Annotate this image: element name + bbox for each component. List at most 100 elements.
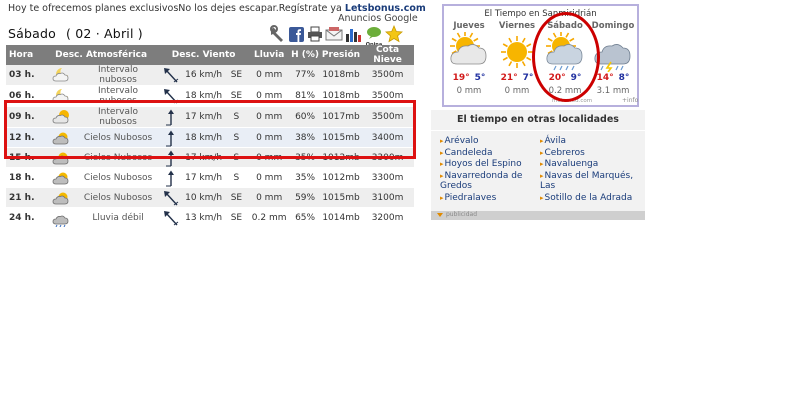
wrench-icon[interactable] [270,25,286,47]
rain-cloud-icon [44,209,78,227]
locality-link[interactable]: ▸Hoyos del Espino [440,159,522,170]
share-toolbar: Opina [270,24,404,48]
pressure-cell: 1012mb [320,167,362,188]
wind-dir-cell: SE [223,65,250,86]
locality-link[interactable]: ▸Ávila [540,136,566,147]
hour-cell: 21 h. [6,187,45,208]
header-presion: Presión [320,45,362,65]
chart-icon[interactable] [345,25,363,47]
sky-desc-cell: Intervalo nubosos [77,65,159,86]
wind-speed-cell: 16 km/h [183,65,224,86]
sun-cloud-icon [447,31,491,76]
sky-desc-cell: Cielos Nubosos [77,187,159,208]
min-temp: 5° [474,73,486,83]
info-link[interactable]: +info [622,97,638,104]
humidity-cell: 77% [289,65,321,86]
wind-arrow-cell [158,187,184,208]
wind-arrow-cell [158,65,184,86]
wind-arrow-icon [158,209,183,227]
locality-link[interactable]: ▸Navas del Marqués, Las [540,171,640,192]
locality-label: Cebreros [544,147,585,158]
locality-link[interactable]: ▸Piedralaves [440,193,496,204]
bullet-arrow-icon: ▸ [540,160,544,168]
sky-desc-cell: Lluvia débil [77,207,159,228]
min-temp: 8° [618,73,630,83]
pressure-cell: 1018mb [320,65,362,86]
bullet-arrow-icon: ▸ [540,148,544,157]
humidity-cell: 35% [289,167,321,188]
star-icon[interactable] [385,24,403,47]
max-temp: 21° [500,73,518,83]
wind-speed-cell: 10 km/h [183,187,224,208]
locality-label: Ávila [544,136,566,146]
bullet-arrow-icon: ▸ [440,171,444,180]
locality-link[interactable]: ▸Cebreros [540,148,585,159]
header-humedad: H (%) [289,45,321,65]
header-hora: Hora [6,45,45,65]
locality-label: Sotillo de la Adrada [544,193,633,203]
wind-arrow-cell [158,167,184,188]
locality-label: Hoyos del Espino [444,159,522,169]
wind-arrow-icon [158,66,183,84]
widget-title: El Tiempo en Sanmiridrián [484,9,597,19]
locality-label: Arévalo [444,136,479,146]
day-date: ( 02 · Abril ) [65,26,143,41]
annotation-rectangle [4,100,416,159]
divider [431,130,645,131]
locality-link[interactable]: ▸Sotillo de la Adrada [540,193,632,204]
locality-label: Navaluenga [544,159,599,169]
ads-by-google-label[interactable]: Anuncios Google [338,13,418,24]
snow-level-cell: 3500m [361,65,414,86]
locality-link[interactable]: ▸Arévalo [440,136,479,147]
rain-cell: 0 mm [249,65,290,86]
pressure-cell: 1015mb [320,187,362,208]
locality-label: Piedralaves [444,193,497,203]
wind-arrow-icon [158,189,183,207]
snow-level-cell: 3300m [361,167,414,188]
min-temp: 7° [522,73,534,83]
other-localities-title: El tiempo en otras localidades [457,114,619,125]
sky-desc-cell: Cielos Nubosos [77,167,159,188]
snow-level-cell: 3200m [361,207,414,228]
wind-arrow-cell [158,207,184,228]
annotation-oval [532,12,600,102]
table-row: 24 h. Lluvia débil 13 km/h SE 0.2 mm 65% 1014m… [6,207,414,228]
humidity-cell: 59% [289,187,321,208]
other-localities-panel: El tiempo en otras localidades ▸Arévalo ▸… [431,110,645,214]
bullet-arrow-icon: ▸ [540,137,544,145]
hour-cell: 24 h. [6,207,45,228]
print-icon[interactable] [307,25,323,47]
facebook-icon[interactable] [289,25,305,47]
rain-cell: 0.2 mm [249,207,290,228]
bullet-arrow-icon: ▸ [440,148,444,157]
widget-day-temps: 19° 5° [445,73,493,83]
pressure-cell: 1014mb [320,207,362,228]
bullet-arrow-icon: ▸ [540,194,544,202]
bullet-arrow-icon: ▸ [440,194,444,202]
locality-link[interactable]: ▸Navarredonda de Gredos [440,171,532,192]
sky-icon-cell [44,167,78,188]
locality-link[interactable]: ▸Candeleda [440,148,493,159]
max-temp: 14° [596,73,614,83]
locality-link[interactable]: ▸Navaluenga [540,159,598,170]
widget-day-rain: 0 mm [504,86,530,96]
cloud-sun-icon [44,169,78,187]
widget-day-name: Jueves [453,21,485,31]
table-row: 21 h. Cielos Nubosos 10 km/h SE 0 mm 59% 1015m… [6,187,414,208]
locality-label: Candeleda [444,147,493,158]
widget-day-rain: 0 mm [456,86,482,96]
widget-day-rain: 3.1 mm [596,86,630,96]
table-row: 18 h. Cielos Nubosos 17 km/h S 0 mm 35% 1012mb… [6,167,414,188]
bullet-arrow-icon: ▸ [540,171,544,180]
sky-icon-cell [44,65,78,86]
humidity-cell: 65% [289,207,321,228]
wind-dir-cell: SE [223,207,250,228]
rain-cell: 0 mm [249,167,290,188]
publicidad-label: publicidad [446,211,478,218]
email-icon[interactable] [325,25,343,47]
sky-icon-cell [44,207,78,228]
widget-day-name: Domingo [591,21,635,31]
wind-dir-cell: SE [223,187,250,208]
rain-cell: 0 mm [249,187,290,208]
moon-cloud-icon [44,66,78,84]
